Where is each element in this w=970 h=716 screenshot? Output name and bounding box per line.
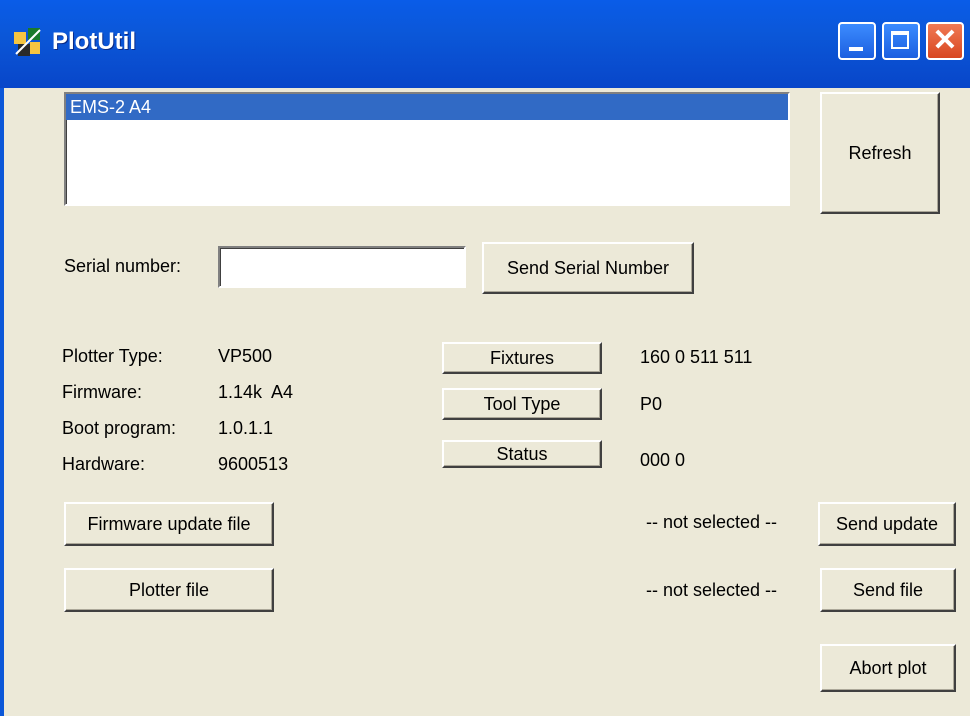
hardware-label: Hardware: [62, 454, 146, 474]
refresh-button[interactable]: Refresh [820, 92, 940, 214]
close-button[interactable]: ✕ [926, 22, 964, 60]
status-button[interactable]: Status [442, 440, 602, 468]
send-update-button[interactable]: Send update [818, 502, 956, 546]
abort-plot-button[interactable]: Abort plot [820, 644, 956, 692]
serial-number-input[interactable] [218, 246, 466, 288]
minimize-button[interactable] [838, 22, 876, 60]
title-bar[interactable]: PlotUtil ✕ [0, 0, 970, 88]
plotter-type-label: Plotter Type: [62, 346, 163, 366]
app-icon [14, 28, 41, 56]
serial-number-label: Serial number: [64, 256, 182, 276]
close-icon: ✕ [932, 24, 958, 57]
hardware-value: 9600513 [218, 454, 289, 474]
plotter-type-value: VP500 [218, 346, 273, 366]
plotter-file-status: -- not selected -- [646, 580, 778, 600]
firmware-label: Firmware: [62, 382, 142, 402]
list-item[interactable]: EMS-2 A4 [66, 94, 788, 120]
tool-type-value: P0 [640, 394, 663, 414]
firmware-file-status: -- not selected -- [646, 512, 778, 532]
window-title: PlotUtil [52, 28, 136, 55]
status-value: 000 0 [640, 450, 686, 470]
firmware-value: 1.14k A4 [218, 382, 294, 402]
boot-program-value: 1.0.1.1 [218, 418, 274, 438]
send-file-button[interactable]: Send file [820, 568, 956, 612]
firmware-update-file-button[interactable]: Firmware update file [64, 502, 274, 546]
fixtures-button[interactable]: Fixtures [442, 342, 602, 374]
maximize-button[interactable] [882, 22, 920, 60]
tool-type-button[interactable]: Tool Type [442, 388, 602, 420]
send-serial-number-button[interactable]: Send Serial Number [482, 242, 694, 294]
boot-program-label: Boot program: [62, 418, 177, 438]
device-listbox[interactable]: EMS-2 A4 [64, 92, 790, 206]
plotter-file-button[interactable]: Plotter file [64, 568, 274, 612]
fixtures-value: 160 0 511 511 [640, 347, 753, 367]
